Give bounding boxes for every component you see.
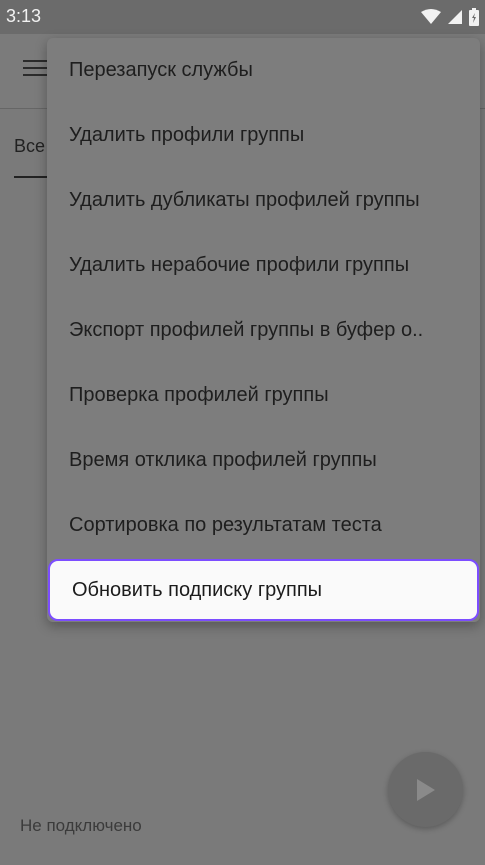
menu-item-profiles-latency[interactable]: Время отклика профилей группы	[47, 428, 480, 493]
menu-item-delete-broken-profiles[interactable]: Удалить нерабочие профили группы	[47, 233, 480, 298]
menu-item-export-profiles-clipboard[interactable]: Экспорт профилей группы в буфер о..	[47, 298, 480, 363]
wifi-icon	[421, 9, 441, 24]
tab-indicator	[14, 176, 48, 178]
connection-status: Не подключено	[20, 816, 142, 835]
signal-icon	[448, 10, 462, 24]
menu-item-delete-group-profiles[interactable]: Удалить профили группы	[47, 103, 480, 168]
status-bar: 3:13	[0, 0, 485, 34]
menu-item-delete-duplicate-profiles[interactable]: Удалить дубликаты профилей группы	[47, 168, 480, 233]
menu-item-restart-service[interactable]: Перезапуск службы	[47, 38, 480, 103]
menu-hamburger-icon[interactable]	[23, 60, 47, 78]
tab-all[interactable]: Все	[14, 136, 45, 157]
status-time: 3:13	[6, 6, 42, 26]
overflow-menu: Перезапуск службы Удалить профили группы…	[47, 38, 480, 622]
play-icon	[416, 778, 435, 801]
menu-item-update-subscription[interactable]: Обновить подписку группы	[48, 559, 479, 621]
menu-item-check-profiles[interactable]: Проверка профилей группы	[47, 363, 480, 428]
menu-item-sort-by-test[interactable]: Сортировка по результатам теста	[47, 493, 480, 558]
battery-icon	[469, 8, 479, 26]
status-icons	[421, 6, 479, 28]
connect-button[interactable]	[388, 752, 463, 827]
